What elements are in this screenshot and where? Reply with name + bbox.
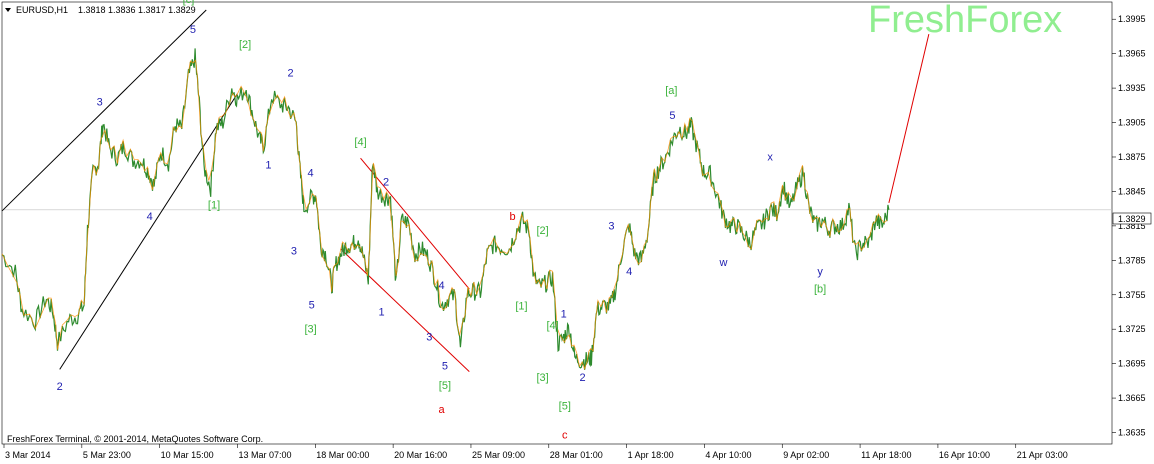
wave-label-green: [a] <box>665 85 677 97</box>
x-tick-label: 25 Mar 09:00 <box>472 450 525 460</box>
wave-label-blue: 3 <box>608 220 614 232</box>
wave-label-blue: 5 <box>669 110 675 122</box>
wave-label-blue: 4 <box>438 280 444 292</box>
wave-label-green: [1] <box>515 301 527 313</box>
y-tick-label: 1.3935 <box>1118 83 1146 93</box>
y-tick-label: 1.3995 <box>1118 14 1146 24</box>
wave-label-red: a <box>438 404 445 416</box>
wave-label-red: b <box>510 211 516 223</box>
chart-symbol: EURUSD,H1 <box>16 5 68 15</box>
wave-label-blue: 1 <box>265 159 271 171</box>
wave-label-blue: x <box>767 151 773 163</box>
wave-label-green: [2] <box>239 39 251 51</box>
y-tick-label: 1.3845 <box>1118 186 1146 196</box>
y-tick-label: 1.3755 <box>1118 290 1146 300</box>
x-tick-label: 13 Mar 07:00 <box>238 450 291 460</box>
wave-label-blue: 1 <box>561 309 567 321</box>
x-tick-label: 11 Apr 18:00 <box>861 450 911 460</box>
wave-label-blue: 4 <box>147 211 153 223</box>
y-tick-label: 1.3905 <box>1118 118 1146 128</box>
chart-ohlc: 1.3818 1.3836 1.3817 1.3829 <box>78 5 196 15</box>
y-tick-label: 1.3635 <box>1118 428 1146 438</box>
chart-header: EURUSD,H1 1.3818 1.3836 1.3817 1.3829 <box>5 5 196 15</box>
wave-label-green: [b] <box>814 283 826 295</box>
wave-label-blue: 2 <box>383 177 389 189</box>
wave-label-blue: 1 <box>379 306 385 318</box>
x-tick-label: 16 Apr 10:00 <box>939 450 990 460</box>
y-tick-label: 1.3965 <box>1118 49 1146 59</box>
wave-label-blue: 4 <box>308 168 314 180</box>
wave-label-blue: 3 <box>97 96 103 108</box>
x-tick-label: 5 Mar 23:00 <box>83 450 131 460</box>
wave-label-blue: 5 <box>442 360 448 372</box>
wave-label-blue: 3 <box>426 332 432 344</box>
wave-label-blue: 4 <box>626 266 632 278</box>
chart-background <box>0 0 1154 464</box>
wave-label-blue: 3 <box>291 246 297 258</box>
current-price-label: 1.3829 <box>1118 214 1146 224</box>
x-tick-label: 28 Mar 01:00 <box>550 450 603 460</box>
wave-label-blue: 5 <box>309 300 315 312</box>
x-tick-label: 9 Apr 02:00 <box>783 450 829 460</box>
wave-label-green: [4] <box>354 137 366 149</box>
x-tick-label: 1 Apr 18:00 <box>628 450 674 460</box>
x-tick-label: 3 Mar 2014 <box>5 450 51 460</box>
wave-label-green: [5] <box>559 401 571 413</box>
watermark: FreshForex <box>868 0 1062 41</box>
wave-label-blue: w <box>719 257 728 269</box>
copyright-text: FreshForex Terminal, © 2001-2014, MetaQu… <box>7 434 263 444</box>
wave-label-red: c <box>562 429 568 441</box>
wave-label-green: [4] <box>546 320 558 332</box>
x-tick-label: 21 Apr 03:00 <box>1017 450 1068 460</box>
y-tick-label: 1.3785 <box>1118 255 1146 265</box>
y-tick-label: 1.3665 <box>1118 393 1146 403</box>
wave-label-blue: 5 <box>190 24 196 36</box>
x-tick-label: 10 Mar 15:00 <box>161 450 214 460</box>
wave-label-blue: 2 <box>579 372 585 384</box>
wave-label-green: [5] <box>439 380 451 392</box>
y-tick-label: 1.3875 <box>1118 152 1146 162</box>
current-price-badge: 1.3829 <box>1112 212 1152 225</box>
y-tick-label: 1.3725 <box>1118 324 1146 334</box>
x-tick-label: 18 Mar 00:00 <box>316 450 369 460</box>
wave-label-green: [3] <box>304 324 316 336</box>
x-tick-label: 4 Apr 10:00 <box>705 450 751 460</box>
wave-label-green: [1] <box>208 200 220 212</box>
wave-label-blue: y <box>817 266 823 278</box>
wave-label-green: [3] <box>536 372 548 384</box>
x-tick-label: 20 Mar 16:00 <box>394 450 447 460</box>
y-tick-label: 1.3695 <box>1118 359 1146 369</box>
wave-label-blue: 2 <box>288 68 294 80</box>
wave-label-blue: 2 <box>57 381 63 393</box>
price-chart: [c]5[2]2314[1]43[4]2b[2] 3[a]5xwy[b]445[3… <box>0 0 1154 464</box>
wave-label-green: [2] <box>536 225 548 237</box>
